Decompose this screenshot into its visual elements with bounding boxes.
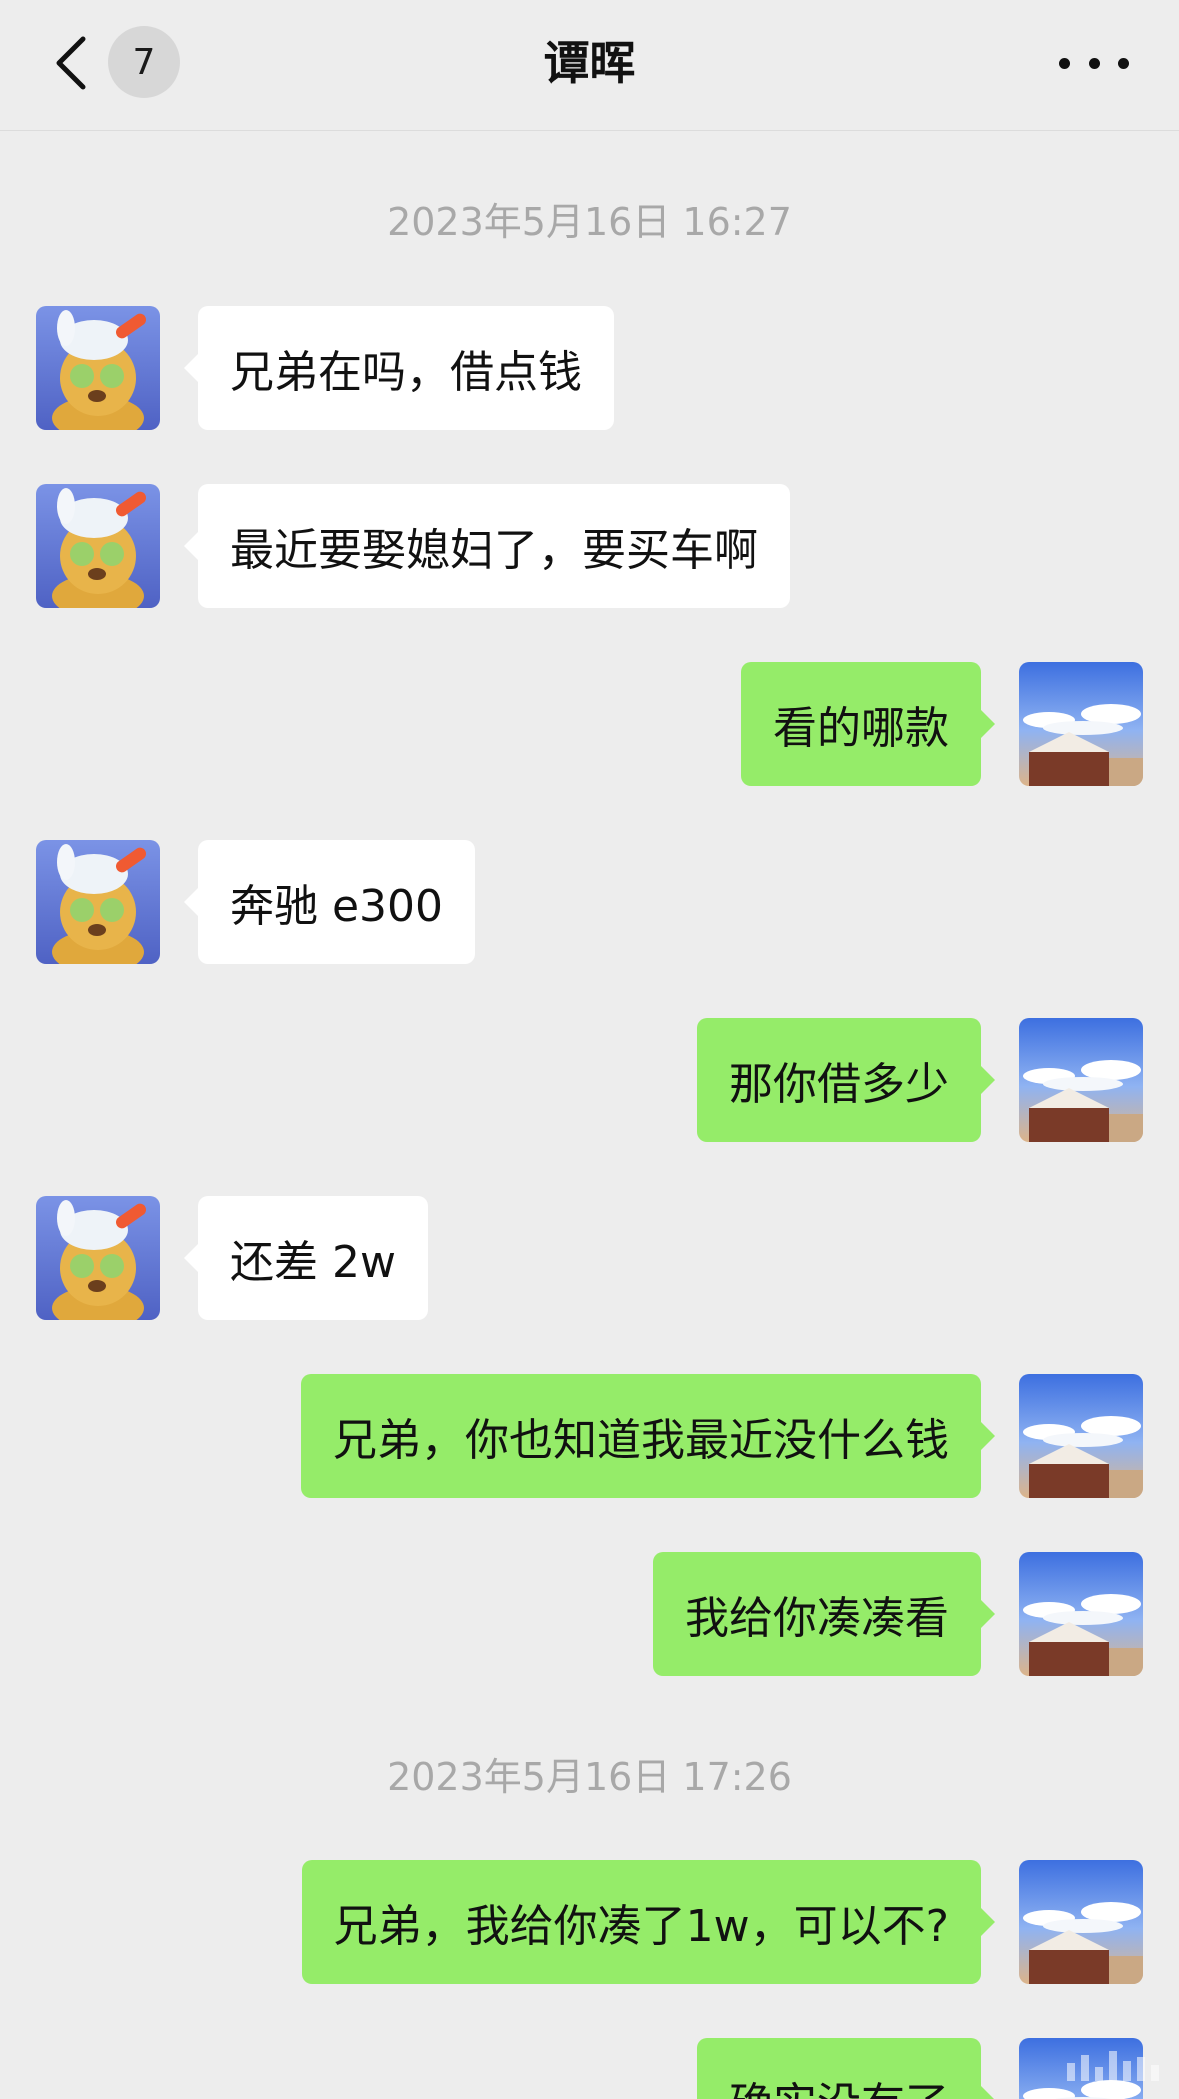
self-avatar[interactable]: [1019, 662, 1143, 786]
landscape-avatar: [1019, 1860, 1143, 1984]
bear-avatar: [36, 1196, 160, 1320]
outgoing-message-bubble[interactable]: 那你借多少: [697, 1018, 995, 1142]
landscape-avatar: [1019, 1374, 1143, 1498]
contact-avatar[interactable]: [36, 840, 160, 964]
contact-avatar[interactable]: [36, 306, 160, 430]
timestamp: 2023年5月16日 17:26: [387, 1755, 792, 1799]
outgoing-message-bubble[interactable]: 看的哪款: [741, 662, 995, 786]
more-options-button[interactable]: [1059, 38, 1129, 88]
chat-header: 7 谭晖: [0, 0, 1179, 131]
incoming-message-bubble[interactable]: 兄弟在吗，借点钱: [184, 306, 614, 430]
landscape-avatar: [1019, 1018, 1143, 1142]
bear-avatar: [36, 484, 160, 608]
self-avatar[interactable]: [1019, 1374, 1143, 1498]
self-avatar[interactable]: [1019, 1860, 1143, 1984]
outgoing-message-bubble[interactable]: 兄弟，你也知道我最近没什么钱: [301, 1374, 995, 1498]
self-avatar[interactable]: [1019, 1552, 1143, 1676]
landscape-avatar: [1019, 662, 1143, 786]
self-avatar[interactable]: [1019, 1018, 1143, 1142]
more-dots-icon: [1059, 57, 1070, 69]
outgoing-message-bubble[interactable]: 兄弟，我给你凑了1w，可以不?: [301, 1860, 996, 1984]
unread-count-badge[interactable]: 7: [108, 26, 180, 98]
bear-avatar: [36, 306, 160, 430]
incoming-message-bubble[interactable]: 还差 2w: [184, 1196, 428, 1320]
back-button[interactable]: [40, 28, 100, 98]
outgoing-message-bubble[interactable]: 我给你凑凑看: [653, 1552, 995, 1676]
chevron-left-icon: [56, 36, 86, 90]
watermark-graphic: [1067, 2051, 1159, 2081]
outgoing-message-bubble[interactable]: 确实没有了: [697, 2038, 995, 2099]
timestamp: 2023年5月16日 16:27: [387, 200, 792, 244]
incoming-message-bubble[interactable]: 奔驰 e300: [183, 840, 476, 964]
contact-avatar[interactable]: [36, 484, 160, 608]
incoming-message-bubble[interactable]: 最近要娶媳妇了，要买车啊: [184, 484, 790, 608]
landscape-avatar: [1019, 1552, 1143, 1676]
chat-screen: 7 谭晖 2023年5月16日 16:27 兄弟在吗，借点钱 最近要娶媳妇了，要…: [0, 0, 1179, 2099]
bear-avatar: [36, 840, 160, 964]
contact-avatar[interactable]: [36, 1196, 160, 1320]
